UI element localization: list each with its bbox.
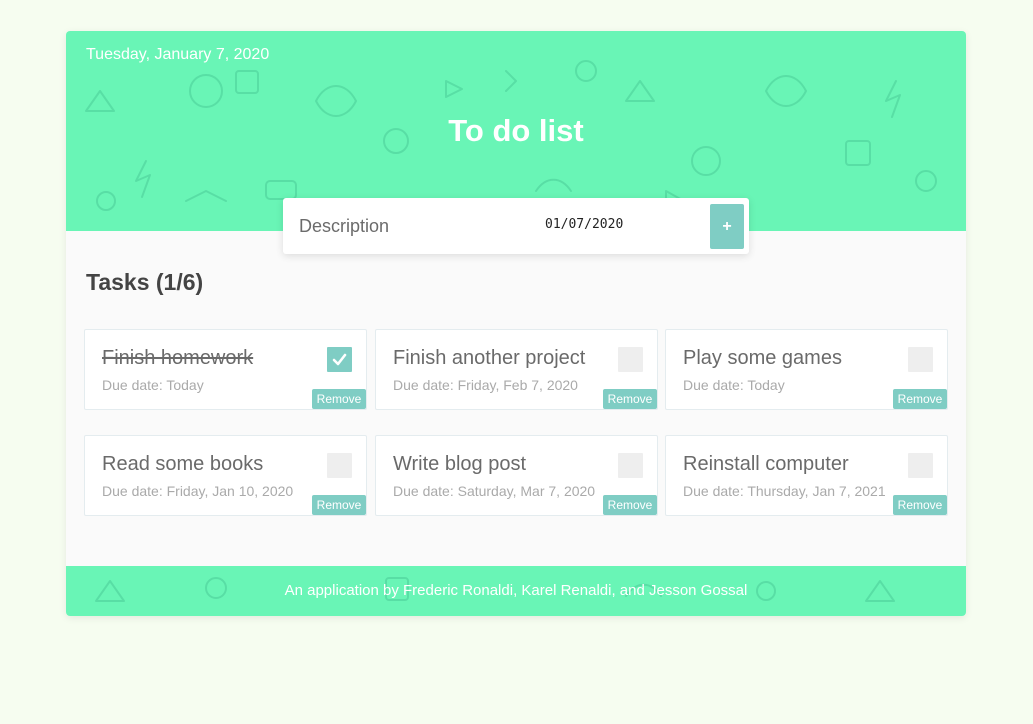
task-card: Play some games Due date: Today Remove xyxy=(665,329,948,410)
remove-button[interactable]: Remove xyxy=(312,495,366,515)
task-due-date: Due date: Friday, Feb 7, 2020 xyxy=(393,377,578,393)
task-checkbox[interactable] xyxy=(908,347,933,372)
task-checkbox[interactable] xyxy=(327,347,352,372)
task-card: Reinstall computer Due date: Thursday, J… xyxy=(665,435,948,516)
task-title: Write blog post xyxy=(393,453,527,475)
add-task-form: 01/07/2020 xyxy=(283,198,749,254)
due-date-input[interactable]: 01/07/2020 xyxy=(545,217,623,232)
description-input[interactable] xyxy=(299,212,519,240)
remove-button[interactable]: Remove xyxy=(603,495,657,515)
task-due-date: Due date: Today xyxy=(683,377,785,393)
task-title: Reinstall computer xyxy=(683,453,849,475)
task-due-date: Due date: Thursday, Jan 7, 2021 xyxy=(683,483,886,499)
task-title: Finish another project xyxy=(393,347,586,369)
task-due-date: Due date: Saturday, Mar 7, 2020 xyxy=(393,483,596,499)
task-card: Read some books Due date: Friday, Jan 10… xyxy=(84,435,367,516)
task-card: Finish homework Due date: Today Remove xyxy=(84,329,367,410)
task-due-date: Due date: Today xyxy=(102,377,204,393)
tasks-heading: Tasks (1/6) xyxy=(86,269,204,295)
task-title: Finish homework xyxy=(102,347,254,369)
add-task-button[interactable]: + xyxy=(710,204,744,249)
task-title: Read some books xyxy=(102,453,264,475)
current-date: Tuesday, January 7, 2020 xyxy=(86,46,270,63)
remove-button[interactable]: Remove xyxy=(312,389,366,409)
task-card: Finish another project Due date: Friday,… xyxy=(375,329,658,410)
footer-credits: An application by Frederic Ronaldi, Kare… xyxy=(284,582,748,599)
task-checkbox[interactable] xyxy=(618,347,643,372)
check-icon xyxy=(332,353,347,366)
page-title: To do list xyxy=(448,113,584,148)
remove-button[interactable]: Remove xyxy=(603,389,657,409)
remove-button[interactable]: Remove xyxy=(893,495,947,515)
todo-app: Tuesday, January 7, 2020 To do list 01/0… xyxy=(66,31,966,616)
footer: An application by Frederic Ronaldi, Kare… xyxy=(66,566,966,616)
task-title: Play some games xyxy=(683,347,842,369)
task-checkbox[interactable] xyxy=(327,453,352,478)
task-card: Write blog post Due date: Saturday, Mar … xyxy=(375,435,658,516)
task-checkbox[interactable] xyxy=(908,453,933,478)
task-due-date: Due date: Friday, Jan 10, 2020 xyxy=(102,483,294,499)
task-checkbox[interactable] xyxy=(618,453,643,478)
remove-button[interactable]: Remove xyxy=(893,389,947,409)
